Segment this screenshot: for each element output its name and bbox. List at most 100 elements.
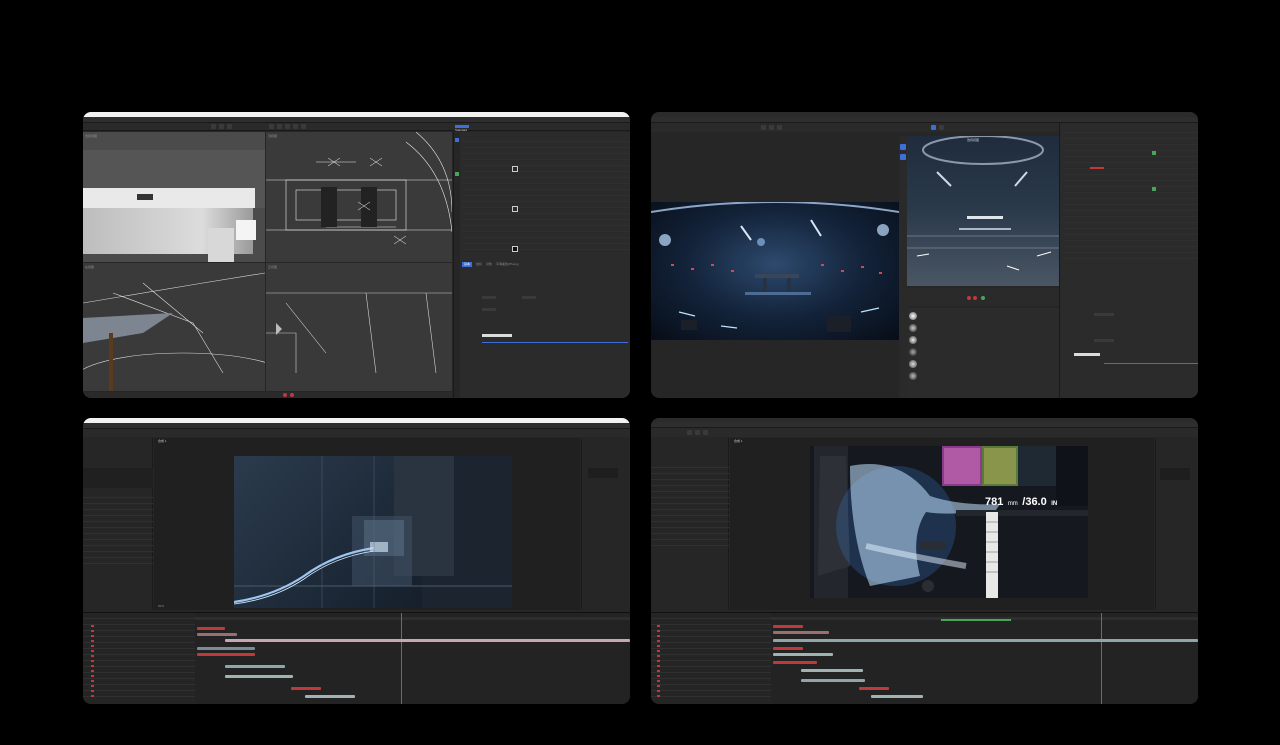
tag-icon[interactable] <box>512 166 518 172</box>
viewport-top[interactable]: 顶视图 <box>266 131 453 262</box>
layer-bar[interactable] <box>773 639 1198 642</box>
project-panel[interactable] <box>83 438 153 610</box>
layer-bar[interactable] <box>859 687 889 690</box>
play-icon[interactable] <box>981 296 985 300</box>
timeline-panel[interactable] <box>83 612 630 704</box>
visibility-icon[interactable] <box>1152 151 1156 155</box>
layer-bar[interactable] <box>773 661 817 664</box>
move-icon[interactable] <box>900 154 906 160</box>
toolbar[interactable] <box>83 429 630 437</box>
slider-track[interactable] <box>482 342 628 343</box>
mode-toolbar[interactable] <box>454 132 460 398</box>
light-icon[interactable] <box>301 124 306 129</box>
render-icon[interactable] <box>777 125 782 130</box>
composition-panel[interactable]: 合成 1 50% <box>154 438 580 610</box>
zoom-icon[interactable] <box>703 430 708 435</box>
comp-viewer[interactable]: 781 mm /36.0 IN <box>810 446 1088 598</box>
rotate-icon[interactable] <box>227 124 232 129</box>
value-field[interactable] <box>482 308 496 311</box>
pan-icon[interactable] <box>769 125 774 130</box>
scale-icon[interactable] <box>219 124 224 129</box>
timeline-panel[interactable] <box>651 612 1198 704</box>
layer-bar[interactable] <box>225 665 285 668</box>
record-icon[interactable] <box>967 296 971 300</box>
playback-bar[interactable] <box>83 392 452 398</box>
move-icon[interactable] <box>211 124 216 129</box>
value-field[interactable] <box>1094 339 1114 342</box>
viewport-perspective[interactable]: 透视视图 <box>907 135 1059 286</box>
pen-icon[interactable] <box>277 124 282 129</box>
layer-bar[interactable] <box>773 653 833 656</box>
tag-icon[interactable] <box>512 206 518 212</box>
comp-tab[interactable]: 合成 1 <box>158 439 167 443</box>
selection-icon[interactable] <box>900 144 906 150</box>
track-area[interactable] <box>195 613 630 704</box>
layer-bar[interactable] <box>197 627 225 630</box>
attribute-manager[interactable]: 基本 坐标 对象 平滑着色(Phong) <box>462 262 630 398</box>
material-manager[interactable] <box>907 308 1059 398</box>
comp-viewer[interactable] <box>233 456 512 608</box>
cube-icon[interactable] <box>269 124 274 129</box>
playback-bar[interactable] <box>907 288 1059 306</box>
hand-icon[interactable] <box>695 430 700 435</box>
toolbar[interactable] <box>651 428 1198 437</box>
material-swatch[interactable] <box>909 348 917 356</box>
material-swatch[interactable] <box>909 372 917 380</box>
object-manager[interactable] <box>1064 127 1198 265</box>
toolbar[interactable]: Standard <box>83 123 630 132</box>
object-manager[interactable] <box>462 136 630 258</box>
autokey-icon[interactable] <box>290 393 294 397</box>
zoom-icon[interactable] <box>761 125 766 130</box>
layer-bar[interactable] <box>197 633 237 636</box>
value-field[interactable] <box>482 296 496 299</box>
material-swatch[interactable] <box>909 312 917 320</box>
playhead[interactable] <box>1101 613 1102 704</box>
move-icon[interactable] <box>931 125 936 130</box>
material-tag-icon[interactable] <box>512 246 518 252</box>
tab-basic[interactable]: 基本 <box>462 262 473 267</box>
viewport-right[interactable]: 右视图 <box>83 263 294 398</box>
autokey-icon[interactable] <box>973 296 977 300</box>
color-swatch[interactable] <box>482 334 512 337</box>
composition-panel[interactable]: 合成 1 781 mm /36.0 IN <box>730 438 1154 610</box>
value-field[interactable] <box>522 296 536 299</box>
material-swatch[interactable] <box>909 360 917 368</box>
playhead[interactable] <box>401 613 402 704</box>
attribute-manager[interactable] <box>1064 273 1198 398</box>
layer-list[interactable] <box>83 613 195 704</box>
layer-bar[interactable] <box>197 653 255 656</box>
layer-bar[interactable] <box>801 669 863 672</box>
preview-controls[interactable] <box>588 468 618 478</box>
layer-bar[interactable] <box>225 639 630 642</box>
info-panel[interactable] <box>1155 438 1198 610</box>
project-list[interactable] <box>83 492 153 610</box>
layer-bar[interactable] <box>801 679 865 682</box>
layer-bar[interactable] <box>225 675 293 678</box>
tool-column[interactable] <box>899 136 907 398</box>
selection-icon[interactable] <box>687 430 692 435</box>
layer-bar[interactable] <box>291 687 321 690</box>
project-list[interactable] <box>651 462 729 610</box>
time-ruler[interactable] <box>195 617 630 620</box>
slider-track[interactable] <box>1104 363 1198 364</box>
subdivision-icon[interactable] <box>285 124 290 129</box>
layer-bar[interactable] <box>773 631 829 634</box>
work-area-bar[interactable] <box>941 619 1011 621</box>
viewport-front[interactable]: 正视图 <box>266 263 452 391</box>
color-swatch[interactable] <box>1074 353 1100 356</box>
material-swatch[interactable] <box>909 324 917 332</box>
tab-phong[interactable]: 平滑着色(Phong) <box>496 262 519 267</box>
layer-bar[interactable] <box>871 695 923 698</box>
snap-icon[interactable] <box>455 172 459 176</box>
visibility-icon[interactable] <box>1152 187 1156 191</box>
model-mode-icon[interactable] <box>455 138 459 142</box>
layer-list[interactable] <box>651 613 771 704</box>
project-panel[interactable] <box>651 438 729 610</box>
attribute-tabs[interactable]: 基本 坐标 对象 平滑着色(Phong) <box>462 262 630 267</box>
comp-tab[interactable]: 合成 1 <box>734 439 743 443</box>
record-icon[interactable] <box>283 393 287 397</box>
layer-bar[interactable] <box>197 647 255 650</box>
tab-object[interactable]: 对象 <box>486 262 492 267</box>
tab-coord[interactable]: 坐标 <box>476 262 482 267</box>
preview-controls[interactable] <box>1160 468 1190 480</box>
